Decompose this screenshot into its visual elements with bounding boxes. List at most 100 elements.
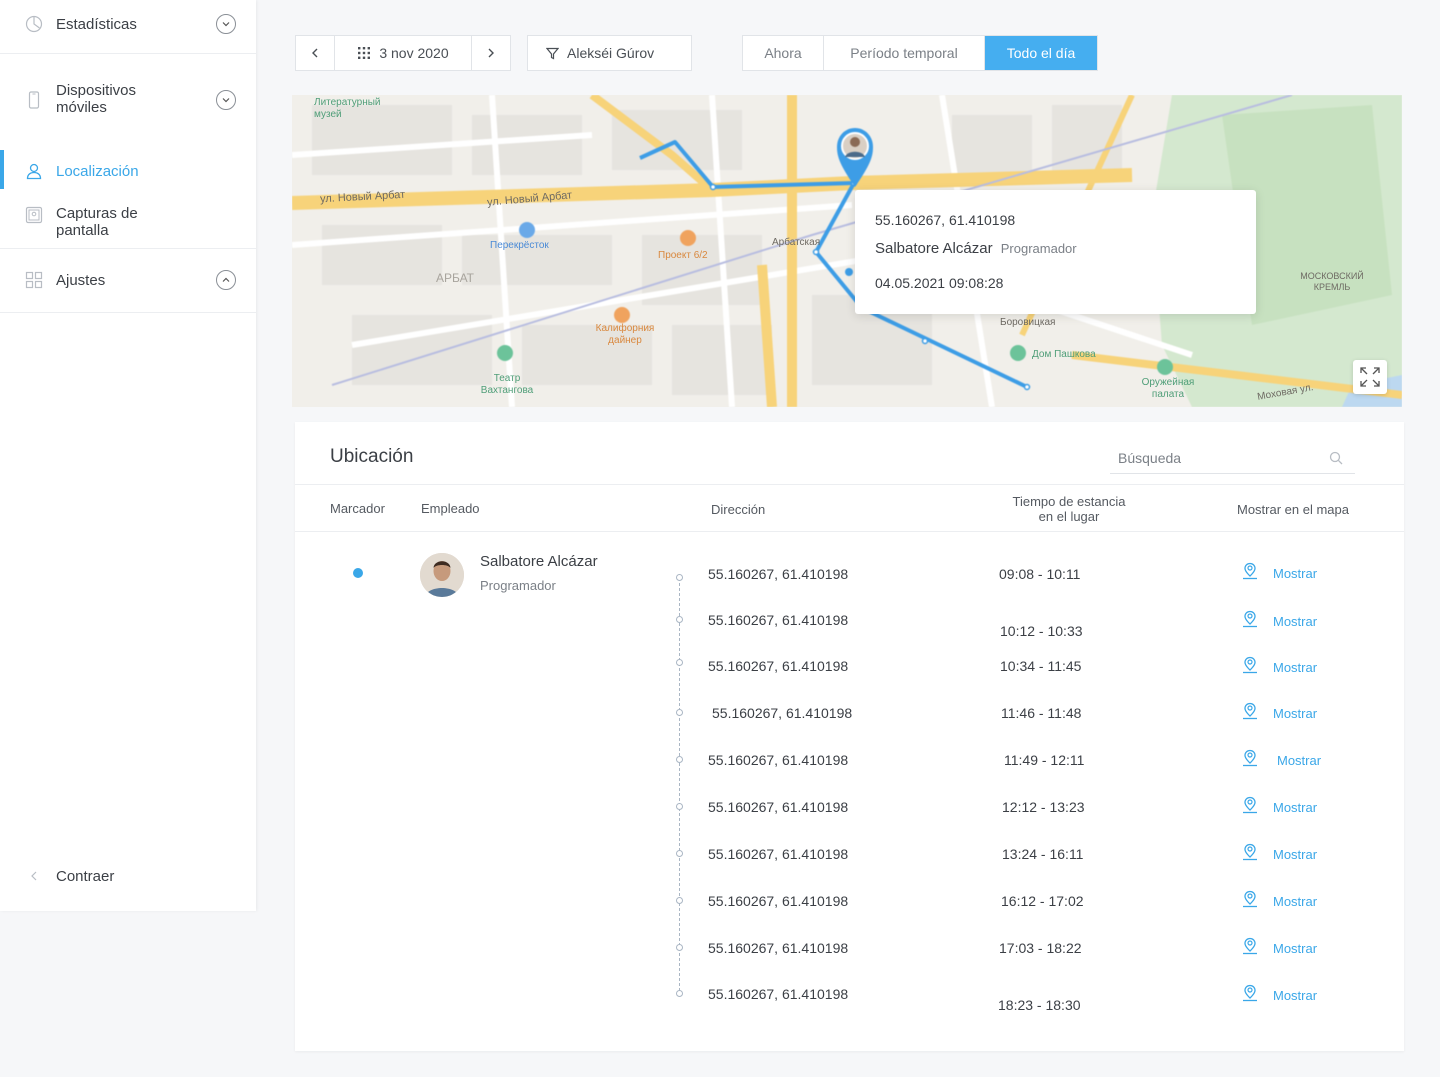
show-on-map-button[interactable]: Mostrar — [1241, 984, 1317, 1007]
user-pin-icon — [1241, 749, 1259, 772]
divider — [295, 531, 1404, 532]
row-address: 55.160267, 61.410198 — [708, 986, 849, 1002]
show-on-map-button[interactable]: Mostrar — [1241, 890, 1317, 913]
popup-employee-role: Programador — [1000, 241, 1077, 256]
row-address: 55.160267, 61.410198 — [708, 846, 849, 862]
sidebar-item-capturas[interactable]: Capturas de pantalla — [0, 205, 256, 241]
user-pin-icon — [1243, 702, 1257, 720]
row-time: 11:49 - 12:11 — [1004, 752, 1085, 768]
column-header-stay-line1: Tiempo de estancia — [1012, 494, 1126, 509]
popup-coordinates: 55.160267, 61.410198 — [875, 212, 1016, 228]
user-pin-icon — [1243, 890, 1257, 908]
show-on-map-label: Mostrar — [1273, 941, 1318, 956]
user-pin-icon — [1243, 610, 1257, 628]
user-pin-icon — [1241, 796, 1259, 819]
show-on-map-label: Mostrar — [1273, 800, 1318, 815]
row-address: 55.160267, 61.410198 — [712, 705, 853, 721]
show-on-map-button[interactable]: Mostrar — [1241, 562, 1317, 585]
map-metro-label: Арбатская — [772, 237, 821, 248]
map-poi-label: Калифорния дайнер — [595, 323, 655, 346]
mode-all-day[interactable]: Todo el día — [985, 36, 1097, 70]
grid-settings-icon — [25, 271, 43, 289]
row-time: 18:23 - 18:30 — [998, 997, 1081, 1013]
timeline-node — [676, 897, 683, 904]
employee-filter-button[interactable]: Alekséi Gúrov — [528, 36, 691, 70]
user-pin-icon — [1241, 562, 1259, 585]
row-address: 55.160267, 61.410198 — [708, 658, 849, 674]
calendar-grid-icon — [358, 47, 371, 59]
chevron-up-icon[interactable] — [216, 270, 236, 290]
row-address: 55.160267, 61.410198 — [708, 612, 849, 628]
sidebar-item-dispositivos[interactable]: Dispositivos móviles — [0, 82, 256, 118]
show-on-map-button[interactable]: Mostrar — [1241, 610, 1317, 633]
show-on-map-button[interactable]: Mostrar — [1241, 796, 1317, 819]
row-address: 55.160267, 61.410198 — [708, 752, 849, 768]
next-day-button[interactable] — [472, 36, 510, 70]
user-pin-icon — [1243, 843, 1257, 861]
user-pin-icon — [1241, 937, 1259, 960]
show-on-map-label: Mostrar — [1273, 894, 1318, 909]
screenshot-icon — [25, 206, 43, 224]
prev-day-button[interactable] — [296, 36, 334, 70]
timeline-node — [676, 990, 683, 997]
column-header-employee: Empleado — [421, 501, 480, 516]
timeline-node — [676, 803, 683, 810]
user-pin-icon — [1243, 937, 1257, 955]
show-on-map-button[interactable]: Mostrar — [1241, 843, 1317, 866]
column-header-stay-line2: en el lugar — [1038, 509, 1100, 524]
row-time: 10:12 - 10:33 — [1000, 623, 1083, 639]
search-box — [1110, 444, 1355, 474]
row-time: 11:46 - 11:48 — [1001, 705, 1082, 721]
column-header-address: Dirección — [711, 502, 766, 517]
divider — [0, 53, 256, 54]
employee-filter[interactable]: Alekséi Gúrov — [527, 35, 692, 71]
mode-now[interactable]: Ahora — [743, 36, 824, 70]
sidebar-item-estadisticas[interactable]: Estadísticas — [0, 12, 256, 36]
sidebar-item-label: Estadísticas — [56, 15, 137, 33]
timeline-node — [676, 659, 683, 666]
map-poi-label: Театр Вахтангова — [480, 373, 534, 396]
date-picker-button[interactable]: 3 nov 2020 — [335, 36, 471, 70]
popup-employee-name: Salbatore Alcázar — [875, 240, 993, 257]
row-time: 17:03 - 18:22 — [999, 940, 1082, 956]
search-input[interactable] — [1110, 444, 1310, 472]
mode-period[interactable]: Período temporal — [824, 36, 985, 70]
show-on-map-label: Mostrar — [1273, 566, 1318, 581]
phone-icon — [25, 91, 43, 109]
row-address: 55.160267, 61.410198 — [708, 940, 849, 956]
user-pin-icon — [1243, 562, 1257, 580]
search-icon[interactable] — [1329, 451, 1343, 465]
sidebar-item-ajustes[interactable]: Ajustes — [0, 269, 256, 291]
chevron-down-icon[interactable] — [216, 90, 236, 110]
date-navigator: 3 nov 2020 — [295, 35, 511, 71]
show-on-map-button[interactable]: Mostrar — [1241, 749, 1321, 772]
map-poi-label: Литературный музей — [314, 97, 381, 120]
map-poi-label: Проект 6/2 — [658, 250, 708, 261]
show-on-map-label: Mostrar — [1273, 847, 1318, 862]
user-pin-icon — [1241, 610, 1259, 633]
sidebar-item-label: Capturas de pantalla — [56, 205, 138, 239]
timeline-node — [676, 574, 683, 581]
show-on-map-label: Mostrar — [1273, 660, 1318, 675]
time-mode-switch: Ahora Período temporal Todo el día — [742, 35, 1098, 71]
show-on-map-button[interactable]: Mostrar — [1241, 937, 1317, 960]
row-time: 12:12 - 13:23 — [1002, 799, 1085, 815]
fullscreen-button[interactable] — [1353, 360, 1387, 394]
collapse-sidebar-button[interactable]: Contraer — [0, 866, 256, 886]
employee-name: Salbatore Alcázar — [480, 553, 598, 570]
map-poi-label: Оружейная палата — [1141, 377, 1195, 400]
user-pin-icon — [1243, 656, 1257, 674]
user-pin-icon — [1241, 843, 1259, 866]
panel-title: Ubicación — [330, 446, 414, 467]
sidebar: Estadísticas Dispositivos móviles Locali… — [0, 0, 256, 911]
date-label: 3 nov 2020 — [379, 45, 449, 61]
collapse-label: Contraer — [56, 867, 115, 885]
sidebar-item-localizacion[interactable]: Localización — [0, 160, 256, 182]
show-on-map-button[interactable]: Mostrar — [1241, 702, 1317, 725]
row-address: 55.160267, 61.410198 — [708, 566, 849, 582]
user-pin-icon — [1243, 749, 1257, 767]
user-pin-icon — [1243, 796, 1257, 814]
chevron-down-icon[interactable] — [216, 14, 236, 34]
show-on-map-button[interactable]: Mostrar — [1241, 656, 1317, 679]
chevron-left-icon — [25, 867, 43, 885]
